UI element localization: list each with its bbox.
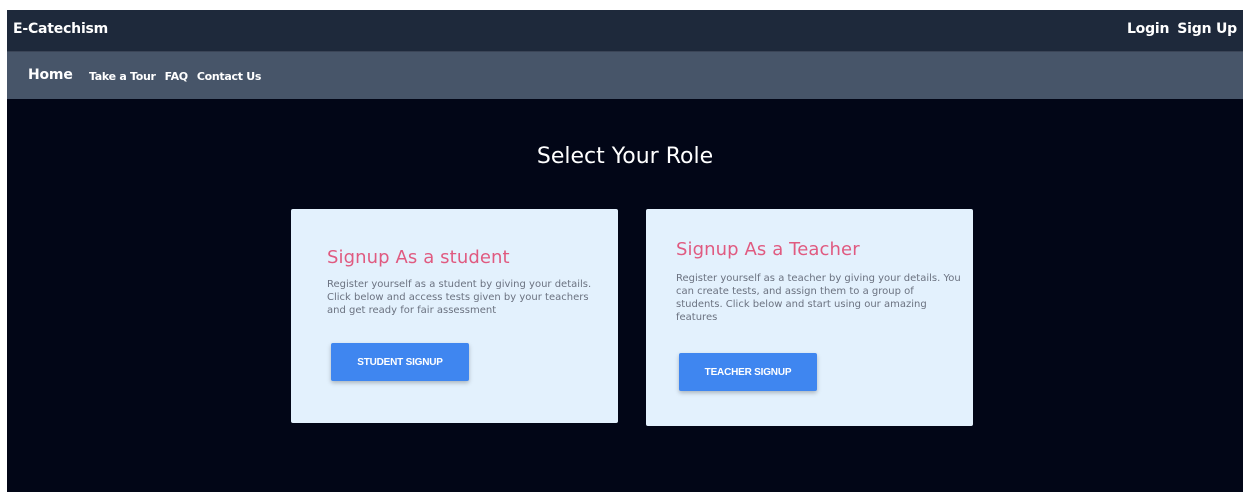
nav-faq[interactable]: FAQ [165,70,189,83]
app-frame: E-Catechism Login Sign Up Home Take a To… [7,10,1243,492]
teacher-card-description: Register yourself as a teacher by giving… [676,273,961,323]
auth-links: Login Sign Up [1127,21,1237,37]
teacher-signup-button[interactable]: TEACHER SIGNUP [679,353,817,391]
student-signup-card: Signup As a student Register yourself as… [291,209,618,423]
login-link[interactable]: Login [1127,21,1170,37]
nav-take-a-tour[interactable]: Take a Tour [89,70,156,83]
student-card-heading: Signup As a student [327,247,510,268]
signup-link[interactable]: Sign Up [1177,21,1237,37]
nav-home[interactable]: Home [28,67,73,83]
teacher-signup-card: Signup As a Teacher Register yourself as… [646,209,973,426]
nav-bar: Home Take a Tour FAQ Contact Us [7,52,1243,99]
nav-contact-us[interactable]: Contact Us [197,70,262,83]
nav-links: Take a Tour FAQ Contact Us [89,70,261,83]
teacher-card-heading: Signup As a Teacher [676,239,860,260]
student-card-description: Register yourself as a student by giving… [327,279,592,316]
top-bar: E-Catechism Login Sign Up [7,10,1243,52]
page-title: Select Your Role [536,144,714,169]
brand-logo[interactable]: E-Catechism [13,21,108,37]
student-signup-button[interactable]: STUDENT SIGNUP [331,343,469,381]
